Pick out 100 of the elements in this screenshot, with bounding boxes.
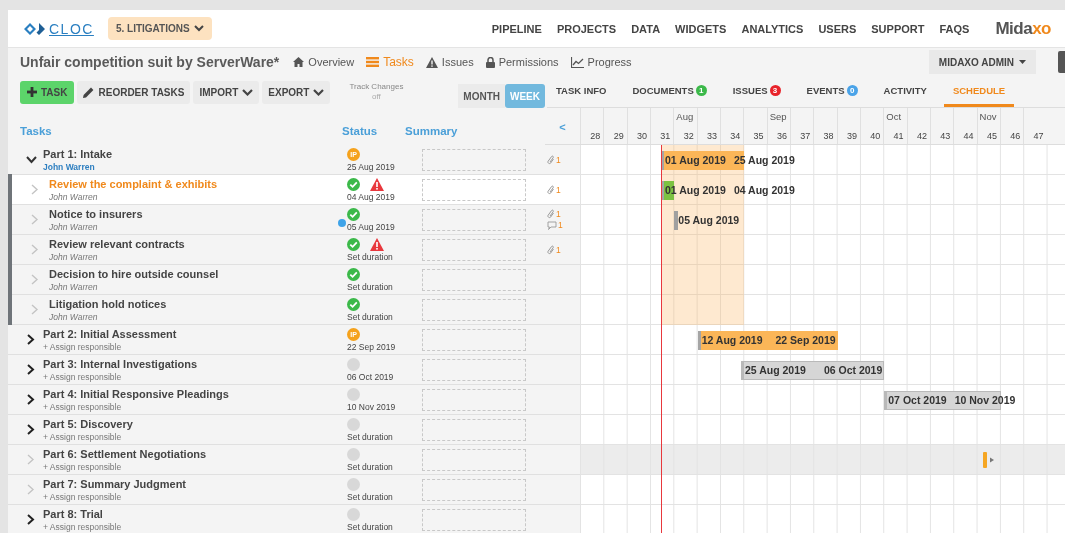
nav-link[interactable]: DATA [631, 22, 661, 35]
task-name[interactable]: Part 7: Summary Judgment [43, 477, 187, 490]
nav-link[interactable]: FAQS [939, 22, 970, 35]
task-row[interactable]: Part 3: Internal Investigations + Assign responsible 06 Oct 2019 [8, 355, 580, 385]
task-row[interactable]: Decision to hire outside counsel John Warren Set duration [8, 265, 580, 295]
task-row[interactable]: Notice to insurers John Warren 05 Aug 2019 1 1 [8, 205, 580, 235]
check-circle-icon[interactable] [347, 237, 360, 251]
detail-tab[interactable]: ISSUES 3 [723, 76, 790, 107]
status-date[interactable]: 04 Aug 2019 [347, 192, 422, 202]
task-row[interactable]: Review the complaint & exhibits John Warren 04 Aug 2019 1 [8, 175, 580, 205]
user-menu[interactable]: MIDAXO ADMIN [928, 50, 1036, 74]
task-owner[interactable]: John Warren [49, 251, 98, 262]
status-date[interactable]: Set duration [347, 282, 422, 292]
status-date[interactable]: Set duration [347, 522, 422, 532]
task-name[interactable]: Part 5: Discovery [43, 417, 133, 430]
toolbar-button[interactable]: TASK [20, 80, 75, 104]
chevron-right-icon[interactable] [27, 424, 35, 435]
summary-field[interactable] [422, 388, 526, 411]
summary-field[interactable] [422, 328, 526, 351]
status-date[interactable]: Set duration [347, 432, 422, 442]
empty-circle-icon[interactable] [347, 447, 360, 461]
chevron-right-icon[interactable] [27, 394, 35, 405]
status-date[interactable]: Set duration [347, 252, 422, 262]
nav-link[interactable]: PIPELINE [491, 22, 542, 35]
task-row[interactable]: Review relevant contracts John Warren Set duration 1 [8, 235, 580, 265]
summary-field[interactable] [422, 268, 526, 291]
empty-circle-icon[interactable] [347, 477, 360, 491]
task-row[interactable]: Litigation hold notices John Warren Set duration [8, 295, 580, 325]
task-name[interactable]: Part 4: Initial Responsive Pleadings [43, 387, 229, 400]
summary-field[interactable] [422, 208, 526, 231]
nav-link[interactable]: PROJECTS [556, 22, 617, 35]
status-date[interactable]: Set duration [347, 492, 422, 502]
check-circle-icon[interactable] [347, 177, 360, 191]
task-owner[interactable]: John Warren [49, 191, 98, 202]
status-date[interactable]: 22 Sep 2019 [347, 342, 422, 352]
task-row[interactable]: Part 5: Discovery + Assign responsible Set duration [8, 415, 580, 445]
task-owner[interactable]: + Assign responsible [43, 341, 122, 352]
nav-link[interactable]: USERS [818, 22, 857, 35]
detail-tab[interactable]: EVENTS 0 [797, 76, 867, 107]
empty-circle-icon[interactable] [347, 357, 360, 371]
task-owner[interactable]: + Assign responsible [43, 491, 122, 502]
empty-circle-icon[interactable] [347, 387, 360, 401]
nav-link[interactable]: WIDGETS [675, 22, 727, 35]
nav-link[interactable]: ANALYTICS [741, 22, 804, 35]
project-dropdown[interactable]: 5. LITIGATIONS [107, 17, 212, 40]
page-tab[interactable]: Issues [425, 56, 474, 68]
chevron-right-icon[interactable] [27, 514, 35, 525]
task-owner[interactable]: + Assign responsible [43, 431, 122, 442]
empty-circle-icon[interactable] [347, 507, 360, 521]
status-date[interactable]: 05 Aug 2019 [347, 222, 422, 232]
status-date[interactable]: 10 Nov 2019 [347, 402, 422, 412]
status-date[interactable]: 25 Aug 2019 [347, 162, 422, 172]
marker-icon[interactable] [982, 452, 995, 468]
task-row[interactable]: Part 6: Settlement Negotiations + Assign responsible Set duration [8, 445, 580, 475]
summary-field[interactable] [422, 298, 526, 321]
task-owner[interactable]: + Assign responsible [43, 401, 122, 412]
chevron-right-icon[interactable] [27, 334, 35, 345]
task-bar[interactable] [740, 361, 885, 380]
status-date[interactable]: 06 Oct 2019 [347, 372, 422, 382]
task-owner[interactable]: John Warren [43, 161, 95, 172]
check-circle-icon[interactable] [347, 267, 360, 281]
summary-field[interactable] [422, 238, 526, 261]
task-owner[interactable]: John Warren [49, 221, 98, 232]
task-name[interactable]: Part 3: Internal Investigations [43, 357, 198, 370]
status-date[interactable]: Set duration [347, 312, 422, 322]
toolbar-button[interactable]: EXPORT [262, 80, 331, 104]
page-tab[interactable]: Progress [570, 56, 632, 68]
task-name[interactable]: Decision to hire outside counsel [49, 267, 219, 280]
task-name[interactable]: Part 1: Intake [43, 147, 113, 160]
task-name[interactable]: Review relevant contracts [49, 237, 185, 250]
task-bar[interactable] [661, 151, 745, 170]
task-owner[interactable]: + Assign responsible [43, 371, 122, 382]
page-tab[interactable]: Permissions [485, 56, 559, 68]
view-toggle-option[interactable]: MONTH [458, 84, 505, 108]
summary-field[interactable] [422, 358, 526, 381]
summary-field[interactable] [422, 448, 526, 471]
chevron-right-icon[interactable] [27, 364, 35, 375]
detail-tab[interactable]: DOCUMENTS 1 [623, 76, 716, 107]
check-circle-icon[interactable] [347, 297, 360, 311]
task-name[interactable]: Part 8: Trial [43, 507, 103, 520]
task-bar[interactable] [697, 331, 838, 350]
task-owner[interactable]: John Warren [49, 281, 98, 292]
task-owner[interactable]: + Assign responsible [43, 461, 122, 472]
toolbar-button[interactable]: REORDER TASKS [77, 80, 191, 104]
task-name[interactable]: Notice to insurers [49, 207, 143, 220]
summary-field[interactable] [422, 418, 526, 441]
chevron-down-icon[interactable] [25, 155, 37, 164]
task-name[interactable]: Litigation hold notices [49, 297, 167, 310]
task-row[interactable]: Part 4: Initial Responsive Pleadings + Assign responsible 10 Nov 2019 [8, 385, 580, 415]
page-tab[interactable]: Overview [293, 56, 355, 68]
task-name[interactable]: Part 6: Settlement Negotiations [43, 447, 207, 460]
status-date[interactable]: Set duration [347, 462, 422, 472]
panel-icon[interactable] [1058, 51, 1065, 73]
task-name[interactable]: Part 2: Initial Assessment [43, 327, 177, 340]
summary-field[interactable] [422, 178, 526, 201]
summary-field[interactable] [422, 508, 526, 531]
task-owner[interactable]: + Assign responsible [43, 521, 122, 532]
detail-tab[interactable]: ACTIVITY [874, 76, 936, 107]
empty-circle-icon[interactable] [347, 417, 360, 431]
summary-field[interactable] [422, 478, 526, 501]
